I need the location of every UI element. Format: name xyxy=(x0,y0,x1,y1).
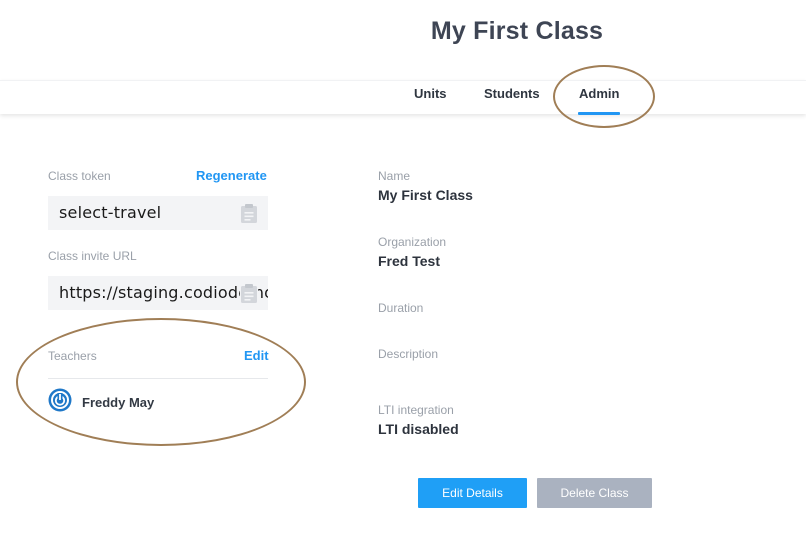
tab-admin[interactable]: Admin xyxy=(577,86,621,115)
organization-value: Fred Test xyxy=(378,253,440,269)
tab-bar: Units Students Admin xyxy=(0,80,806,115)
clipboard-icon[interactable] xyxy=(240,283,258,303)
delete-class-button[interactable]: Delete Class xyxy=(537,478,652,508)
edit-teachers-link[interactable]: Edit xyxy=(244,348,269,363)
power-icon xyxy=(48,388,72,412)
organization-label: Organization xyxy=(378,235,447,249)
highlight-circle-teachers xyxy=(16,318,306,446)
invite-url-field[interactable]: https://staging.codiodemo.com xyxy=(48,276,268,310)
clipboard-icon[interactable] xyxy=(240,203,258,223)
regenerate-link[interactable]: Regenerate xyxy=(196,168,267,183)
class-token-value: select-travel xyxy=(59,203,162,222)
duration-label: Duration xyxy=(378,301,424,315)
name-value: My First Class xyxy=(378,187,473,203)
lti-integration-value: LTI disabled xyxy=(378,421,459,437)
class-token-field[interactable]: select-travel xyxy=(48,196,268,230)
edit-details-button[interactable]: Edit Details xyxy=(418,478,527,508)
tab-students[interactable]: Students xyxy=(484,86,540,101)
page-title: My First Class xyxy=(430,17,604,45)
description-label: Description xyxy=(378,347,439,361)
invite-url-value: https://staging.codiodemo.com xyxy=(59,283,268,302)
teachers-label: Teachers xyxy=(48,349,97,363)
invite-url-label: Class invite URL xyxy=(48,249,137,263)
tab-units[interactable]: Units xyxy=(414,86,447,101)
lti-integration-label: LTI integration xyxy=(378,403,454,417)
divider xyxy=(48,378,268,379)
class-token-label: Class token xyxy=(48,169,111,183)
teacher-name: Freddy May xyxy=(82,395,155,410)
name-label: Name xyxy=(378,169,411,183)
